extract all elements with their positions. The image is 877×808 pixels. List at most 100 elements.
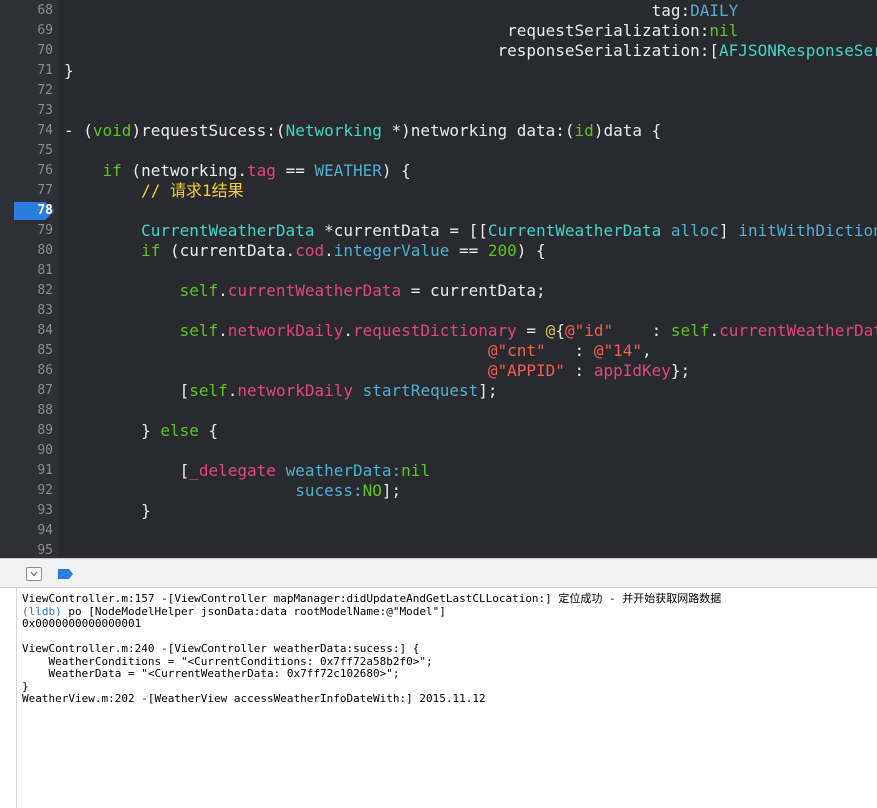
line-number: 94 <box>37 523 53 538</box>
code-token: @"cnt" <box>487 341 546 360</box>
code-text: CurrentWeatherData *currentData = [[Curr… <box>64 221 877 241</box>
console-line: WeatherData = "<CurrentWeatherData: 0x7f… <box>22 667 721 681</box>
code-text: self.networkDaily.requestDictionary = @{… <box>64 321 877 341</box>
code-token: @"id" <box>564 321 614 340</box>
code-token: ]; <box>478 381 498 400</box>
code-token: ]; <box>381 481 402 500</box>
code-token: _delegate <box>189 461 276 480</box>
code-line[interactable]: 69 requestSerialization:nil <box>0 21 877 41</box>
code-line[interactable]: 84 self.networkDaily.requestDictionary =… <box>0 321 877 341</box>
code-token: = <box>516 321 546 340</box>
code-token: self <box>670 321 710 340</box>
code-token: startRequest <box>362 381 479 400</box>
code-line[interactable]: 88 <box>0 401 877 421</box>
line-number: 86 <box>37 363 53 378</box>
code-token: == <box>275 161 315 180</box>
code-token: : <box>613 321 671 340</box>
code-token: responseSerialization:[ <box>64 41 720 60</box>
line-number: 71 <box>37 63 53 78</box>
code-token: } <box>64 421 161 440</box>
console-text: WeatherView.m:202 -[WeatherView accessWe… <box>22 692 486 705</box>
code-token: sucess: <box>295 481 363 500</box>
code-line[interactable]: 83 <box>0 301 877 321</box>
code-line[interactable]: 76 if (networking.tag == WEATHER) { <box>0 161 877 181</box>
code-token: @ <box>545 321 556 340</box>
code-token: @"14" <box>593 341 642 360</box>
code-line[interactable]: 89 } else { <box>0 421 877 441</box>
code-line[interactable]: 73 <box>0 101 877 121</box>
debug-console[interactable]: ViewController.m:157 -[ViewController ma… <box>0 588 877 808</box>
code-token: WEATHER <box>314 161 382 180</box>
line-number: 93 <box>37 503 53 518</box>
code-line[interactable]: 94 <box>0 521 877 541</box>
code-line[interactable]: 78 <box>0 201 877 221</box>
line-number: 89 <box>37 423 53 438</box>
code-token: id <box>574 121 594 140</box>
code-line[interactable]: 68 tag:DAILY <box>0 1 877 21</box>
code-token: (networking. <box>121 161 248 180</box>
hide-debug-area-button[interactable] <box>26 567 42 581</box>
code-token: initWithDictionary: <box>738 221 877 240</box>
code-token: . <box>227 381 238 400</box>
line-number: 79 <box>37 223 53 238</box>
code-line[interactable]: 80 if (currentData.cod.integerValue == 2… <box>0 241 877 261</box>
code-line[interactable]: 75 <box>0 141 877 161</box>
code-line[interactable]: 82 self.currentWeatherData = currentData… <box>0 281 877 301</box>
code-line[interactable]: 72 <box>0 81 877 101</box>
code-text: @"cnt" : @"14", <box>64 341 652 361</box>
code-token: [ <box>64 461 190 480</box>
code-token: networkDaily <box>237 381 353 400</box>
line-number: 84 <box>37 323 53 338</box>
code-line[interactable]: 90 <box>0 441 877 461</box>
code-token: nil <box>709 21 739 40</box>
code-token: self <box>179 321 219 340</box>
code-text: } <box>64 61 74 81</box>
code-token: appIdKey <box>593 361 671 380</box>
code-line[interactable]: 86 @"APPID" : appIdKey}; <box>0 361 877 381</box>
breakpoint-toggle-icon[interactable] <box>58 568 74 580</box>
code-token: } <box>64 501 151 520</box>
code-text: } <box>64 501 151 521</box>
code-token: currentWeatherData <box>719 321 877 340</box>
line-number: 95 <box>37 543 53 558</box>
code-token: nil <box>401 461 431 480</box>
line-number: 82 <box>37 283 53 298</box>
hide-debug-area-icon <box>30 571 38 577</box>
code-line[interactable]: 93 } <box>0 501 877 521</box>
code-line[interactable]: 95 <box>0 541 877 558</box>
code-token: )data { <box>593 121 662 140</box>
code-line[interactable]: 79 CurrentWeatherData *currentData = [[C… <box>0 221 877 241</box>
code-token: (currentData. <box>160 241 296 260</box>
code-token: *)networking data:( <box>381 121 575 140</box>
line-number: 83 <box>37 303 53 318</box>
code-line[interactable]: 87 [self.networkDaily startRequest]; <box>0 381 877 401</box>
code-token: = currentData; <box>401 281 546 300</box>
code-token: cod <box>295 241 325 260</box>
code-line[interactable]: 81 <box>0 261 877 281</box>
code-line[interactable]: 74 - (void)requestSucess:(Networking *)ne… <box>0 121 877 141</box>
code-line[interactable]: 92 sucess:NO]; <box>0 481 877 501</box>
code-token: 200 <box>487 241 517 260</box>
source-editor[interactable]: 68 tag:DAILY 69 requestSerialization:nil 7… <box>0 0 877 558</box>
code-line[interactable]: 77 // 请求1结果 <box>0 181 877 201</box>
code-line[interactable]: 71} <box>0 61 877 81</box>
code-token: . <box>218 281 228 300</box>
code-token: AFJSONResponseSerializer <box>719 41 877 60</box>
line-number: 81 <box>37 263 53 278</box>
line-number: 76 <box>37 163 53 178</box>
console-line: WeatherView.m:202 -[WeatherView accessWe… <box>22 692 721 706</box>
code-line[interactable]: 85 @"cnt" : @"14", <box>0 341 877 361</box>
console-text: WeatherConditions = "<CurrentConditions:… <box>22 654 433 668</box>
code-line[interactable]: 70 responseSerialization:[AFJSONResponse… <box>0 41 877 61</box>
console-text: ViewController.m:240 -[ViewController we… <box>22 642 420 655</box>
code-token: ] <box>719 221 739 240</box>
code-text: } else { <box>64 421 218 441</box>
code-text: [self.networkDaily startRequest]; <box>64 381 498 401</box>
code-line[interactable]: 91 [_delegate weatherData:nil <box>0 461 877 481</box>
code-text: sucess:NO]; <box>64 481 401 501</box>
code-token: Networking <box>285 121 382 140</box>
code-token: alloc <box>670 221 720 240</box>
